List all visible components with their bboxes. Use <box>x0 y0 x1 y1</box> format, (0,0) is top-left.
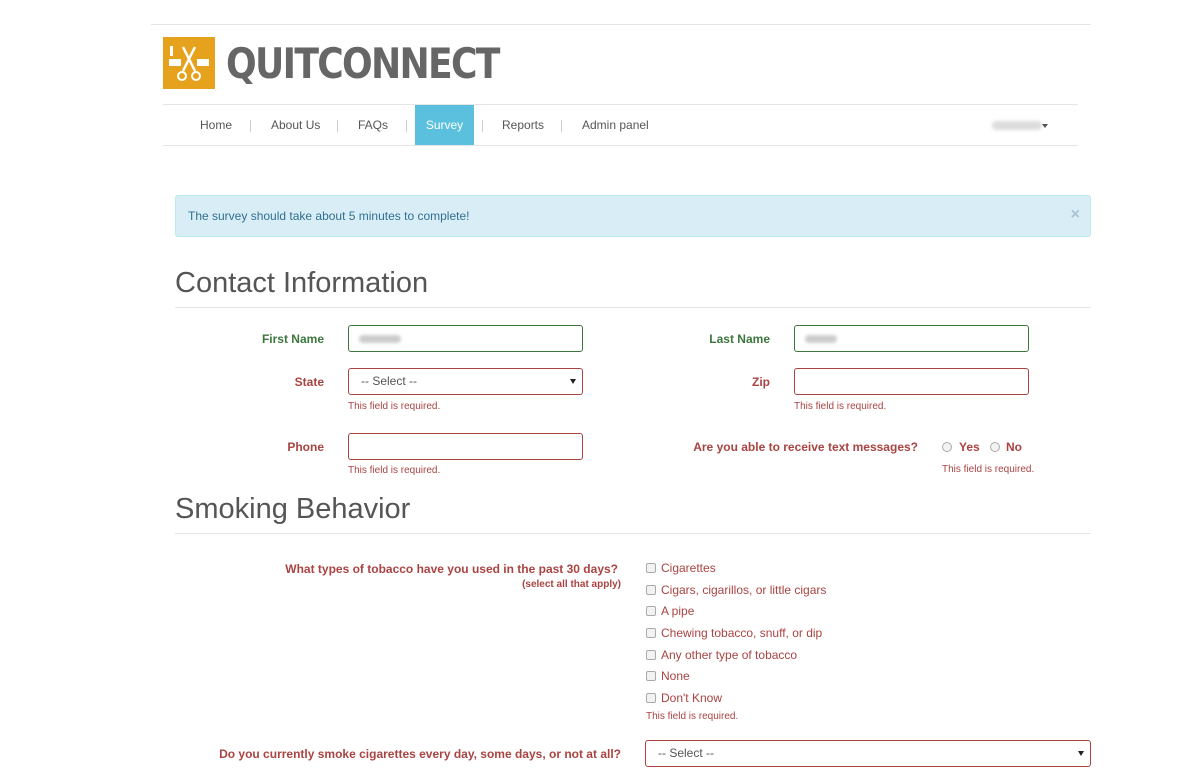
user-menu[interactable] <box>992 121 1042 130</box>
checkbox-pipe[interactable] <box>646 606 656 616</box>
alert-text: The survey should take about 5 minutes t… <box>188 209 470 223</box>
tobacco-hint: (select all that apply) <box>522 579 621 590</box>
nav-separator <box>337 120 338 132</box>
scissors-cigarette-icon <box>169 46 209 81</box>
brand-logo[interactable] <box>163 37 215 89</box>
first-name-label: First Name <box>261 332 324 346</box>
chevron-down-icon <box>1042 124 1048 128</box>
option-none[interactable]: None <box>661 669 690 683</box>
first-name-input[interactable] <box>348 325 583 352</box>
close-icon[interactable]: × <box>1071 196 1080 234</box>
option-other[interactable]: Any other type of tobacco <box>661 648 797 662</box>
text-yes-label[interactable]: Yes <box>959 440 980 454</box>
frequency-select-value: -- Select -- <box>658 746 715 760</box>
section-title-smoking: Smoking Behavior <box>175 493 411 525</box>
text-messages-label: Are you able to receive text messages? <box>693 440 918 454</box>
nav-home[interactable]: Home <box>188 105 244 145</box>
tobacco-question: What types of tobacco have you used in t… <box>285 562 618 576</box>
option-pipe[interactable]: A pipe <box>661 604 694 618</box>
nav-separator <box>250 120 251 132</box>
state-label: State <box>294 375 324 389</box>
text-no-radio[interactable] <box>990 442 1000 452</box>
nav-separator <box>561 120 562 132</box>
option-cigarettes[interactable]: Cigarettes <box>661 561 716 575</box>
frequency-question: Do you currently smoke cigarettes every … <box>219 747 621 761</box>
state-select-value: -- Select -- <box>361 374 418 388</box>
chevron-down-icon <box>1078 751 1084 756</box>
last-name-label: Last Name <box>709 332 770 346</box>
section-divider <box>175 307 1091 308</box>
option-cigars[interactable]: Cigars, cigarillos, or little cigars <box>661 583 826 597</box>
tobacco-error: This field is required. <box>646 711 739 722</box>
phone-error: This field is required. <box>348 465 441 476</box>
brand-name: QUITCONNECT <box>226 39 500 88</box>
section-divider <box>175 533 1091 534</box>
state-error: This field is required. <box>348 401 441 412</box>
chevron-down-icon <box>570 379 576 384</box>
first-name-value <box>359 335 401 343</box>
zip-label: Zip <box>752 375 770 389</box>
phone-label: Phone <box>287 440 324 454</box>
checkbox-dont-know[interactable] <box>646 693 656 703</box>
zip-error: This field is required. <box>794 401 887 412</box>
nav-admin-panel[interactable]: Admin panel <box>570 105 661 145</box>
text-messages-error: This field is required. <box>942 464 1035 475</box>
phone-input[interactable] <box>348 433 583 460</box>
nav-separator <box>406 120 407 132</box>
info-alert: The survey should take about 5 minutes t… <box>175 195 1091 237</box>
last-name-input[interactable] <box>794 325 1029 352</box>
zip-input[interactable] <box>794 368 1029 395</box>
text-yes-radio[interactable] <box>942 442 952 452</box>
checkbox-cigars[interactable] <box>646 585 656 595</box>
checkbox-none[interactable] <box>646 671 656 681</box>
text-no-label[interactable]: No <box>1006 440 1022 454</box>
nav-about-us[interactable]: About Us <box>259 105 332 145</box>
nav-reports[interactable]: Reports <box>490 105 556 145</box>
nav-separator <box>482 120 483 132</box>
checkbox-cigarettes[interactable] <box>646 563 656 573</box>
frequency-select[interactable]: -- Select -- <box>645 740 1091 767</box>
nav-faqs[interactable]: FAQs <box>346 105 400 145</box>
state-select[interactable]: -- Select -- <box>348 368 583 395</box>
section-title-contact: Contact Information <box>175 267 429 299</box>
checkbox-other[interactable] <box>646 650 656 660</box>
checkbox-chewing[interactable] <box>646 628 656 638</box>
main-nav: Home About Us FAQs Survey Reports Admin … <box>163 104 1078 146</box>
option-chewing[interactable]: Chewing tobacco, snuff, or dip <box>661 626 822 640</box>
top-divider <box>151 24 1091 25</box>
option-dont-know[interactable]: Don't Know <box>661 691 722 705</box>
nav-survey[interactable]: Survey <box>415 105 474 145</box>
last-name-value <box>805 335 837 343</box>
